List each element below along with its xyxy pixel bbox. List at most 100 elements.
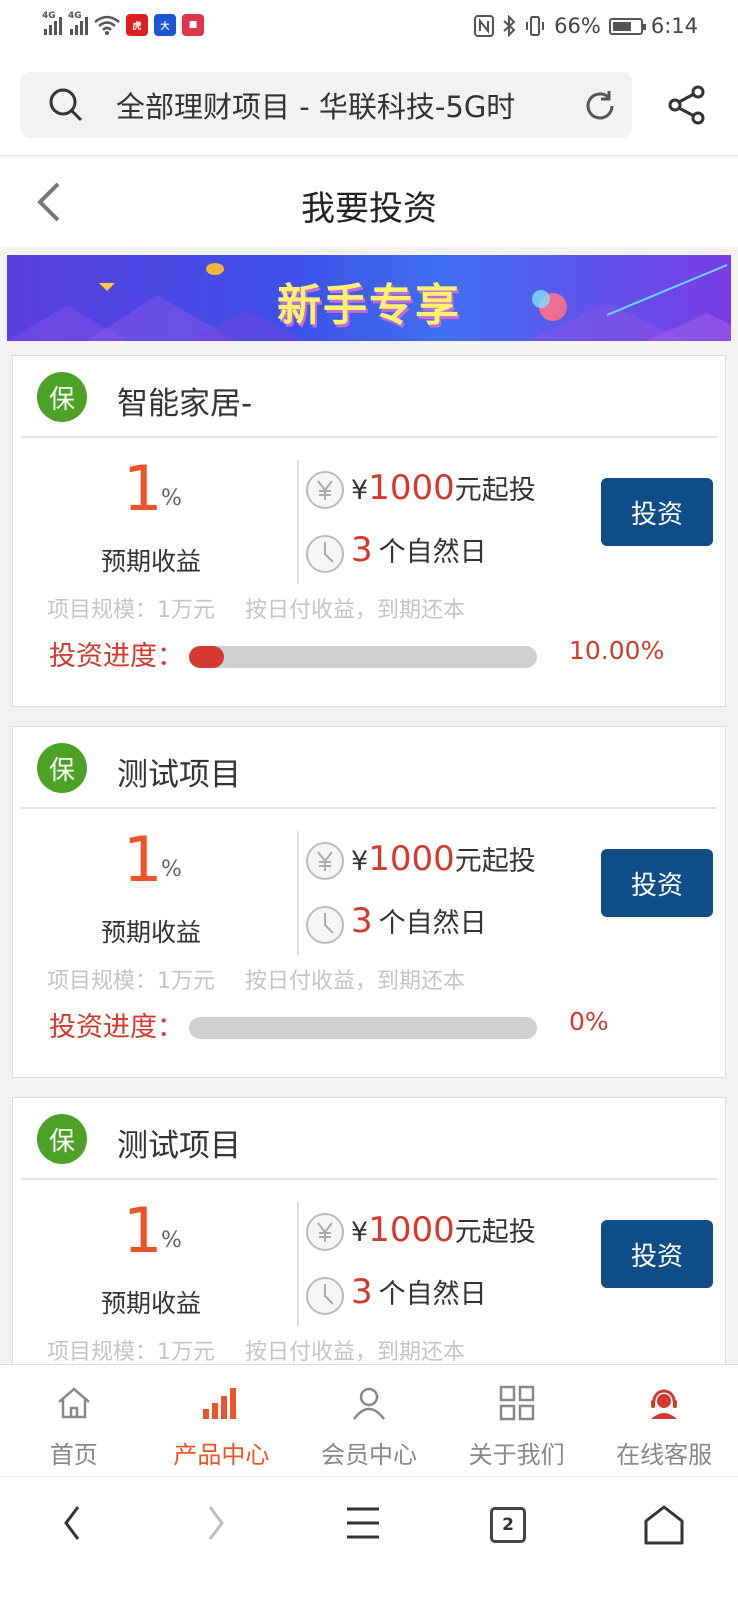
repayment-method: 按日付收益，到期还本: [245, 1340, 466, 1365]
address-text[interactable]: 全部理财项目 - 华联科技-5G时: [116, 84, 556, 126]
term-days: 3: [351, 901, 373, 941]
progress-label: 投资进度：: [49, 1012, 184, 1043]
progress-fill: [189, 646, 224, 668]
product-card-header: 保 智能家居-: [21, 356, 717, 438]
repayment-method: 按日付收益，到期还本: [245, 598, 466, 623]
support-agent-icon: [651, 1389, 678, 1419]
yen-coin-icon: [306, 1213, 344, 1251]
signal-icon-1: 4G: [42, 11, 62, 35]
menu-icon[interactable]: [346, 1503, 380, 1543]
divider: [297, 831, 299, 955]
browser-toolbar: 全部理财项目 - 华联科技-5G时: [0, 56, 738, 156]
status-bar: 4G 4G 虎 大 ■ 66% 6:14: [0, 0, 738, 56]
term-suffix: 个自然日: [378, 1279, 487, 1310]
user-icon: [352, 1387, 385, 1420]
news-app-icon: 大: [154, 14, 176, 36]
product-title[interactable]: 智能家居-: [117, 378, 252, 423]
tab-label: 首页: [49, 1441, 98, 1469]
term-days: 3: [351, 1272, 373, 1312]
clock-icon: [306, 906, 344, 944]
investment-term: 3 个自然日: [351, 1272, 487, 1312]
video-app-icon: ■: [182, 14, 204, 36]
yen-coin-icon: [306, 842, 344, 880]
clock-time: 6:14: [650, 14, 698, 38]
vibrate-icon: [526, 16, 545, 36]
home-nav-icon[interactable]: [642, 1503, 686, 1547]
currency-symbol: ¥: [351, 1217, 369, 1248]
clock-icon: [306, 1277, 344, 1315]
product-title[interactable]: 测试项目: [117, 749, 241, 794]
invest-button[interactable]: 投资: [601, 478, 713, 546]
bottom-tab-bar: 首页 产品中心 会员中心 关于我们 在线客服: [0, 1364, 738, 1476]
product-card-header: 保 测试项目: [21, 727, 717, 809]
tab-about[interactable]: 关于我们: [443, 1365, 591, 1476]
network-type: 4G: [42, 11, 56, 21]
wifi-icon: [94, 15, 120, 35]
min-investment: ¥1000元起投: [351, 1210, 536, 1250]
tab-support[interactable]: 在线客服: [590, 1365, 738, 1476]
rate-label: 预期收益: [101, 918, 202, 947]
banner-title: 新手专享: [277, 280, 461, 331]
browser-back-icon[interactable]: [62, 1503, 82, 1543]
grid-icon: [499, 1385, 534, 1421]
min-amount: 1000: [368, 839, 455, 879]
product-card: 保 智能家居- 1 % 预期收益 ¥1000元起投 3 个自然日 投资 项目规模：…: [12, 355, 726, 707]
clock-icon: [306, 535, 344, 573]
status-right: 66% 6:14: [474, 14, 698, 38]
promo-banner[interactable]: 新手专享: [7, 255, 731, 341]
tabs-button[interactable]: 2: [490, 1507, 526, 1543]
invest-button[interactable]: 投资: [601, 1220, 713, 1288]
rate-unit: %: [161, 486, 182, 511]
invest-button[interactable]: 投资: [601, 849, 713, 917]
project-scale: 项目规模：1万元: [47, 969, 215, 994]
tab-home[interactable]: 首页: [0, 1365, 148, 1476]
product-meta: 项目规模：1万元 按日付收益，到期还本: [47, 963, 465, 995]
signal-icon-2: 4G: [68, 11, 88, 35]
status-left: 4G 4G 虎 大 ■: [42, 11, 204, 36]
reload-icon[interactable]: [582, 88, 618, 124]
yen-coin-icon: [306, 471, 344, 509]
min-suffix: 元起投: [454, 846, 536, 877]
guarantee-badge: 保: [37, 1114, 87, 1164]
progress-value: 10.00%: [569, 636, 665, 665]
tab-label: 在线客服: [616, 1441, 713, 1469]
min-amount: 1000: [368, 1210, 455, 1250]
divider: [297, 1202, 299, 1326]
divider: [297, 460, 299, 584]
search-icon[interactable]: [48, 87, 84, 123]
browser-nav-bar: 2: [0, 1476, 738, 1600]
guarantee-badge: 保: [37, 743, 87, 793]
browser-forward-icon[interactable]: [206, 1503, 226, 1543]
currency-symbol: ¥: [351, 475, 369, 506]
min-amount: 1000: [368, 468, 455, 508]
product-meta: 项目规模：1万元 按日付收益，到期还本: [47, 1334, 465, 1366]
address-bar[interactable]: 全部理财项目 - 华联科技-5G时: [20, 72, 632, 138]
guarantee-badge: 保: [37, 372, 87, 422]
rate-unit: %: [161, 857, 182, 882]
investment-term: 3 个自然日: [351, 530, 487, 570]
home-icon: [57, 1387, 90, 1419]
page-header: 我要投资: [0, 157, 738, 247]
expected-rate: 1: [123, 823, 163, 896]
expected-rate: 1: [123, 1194, 163, 1267]
product-card-header: 保 测试项目: [21, 1098, 717, 1180]
term-suffix: 个自然日: [378, 537, 487, 568]
tab-member[interactable]: 会员中心: [295, 1365, 443, 1476]
term-days: 3: [351, 530, 373, 570]
hupu-app-icon: 虎: [126, 14, 148, 36]
share-icon[interactable]: [668, 85, 706, 125]
bluetooth-icon: [503, 15, 516, 37]
battery-percent: 66%: [554, 14, 601, 38]
min-suffix: 元起投: [454, 475, 536, 506]
min-suffix: 元起投: [454, 1217, 536, 1248]
project-scale: 项目规模：1万元: [47, 1340, 215, 1365]
tab-label: 关于我们: [468, 1441, 565, 1469]
product-title[interactable]: 测试项目: [117, 1120, 241, 1165]
product-meta: 项目规模：1万元 按日付收益，到期还本: [47, 592, 465, 624]
currency-symbol: ¥: [351, 846, 369, 877]
project-scale: 项目规模：1万元: [47, 598, 215, 623]
tab-label: 会员中心: [320, 1441, 417, 1469]
tab-products[interactable]: 产品中心: [148, 1365, 296, 1476]
product-card: 保 测试项目 1 % 预期收益 ¥1000元起投 3 个自然日 投资 项目规模：1…: [12, 726, 726, 1078]
bar-chart-icon: [203, 1388, 237, 1419]
